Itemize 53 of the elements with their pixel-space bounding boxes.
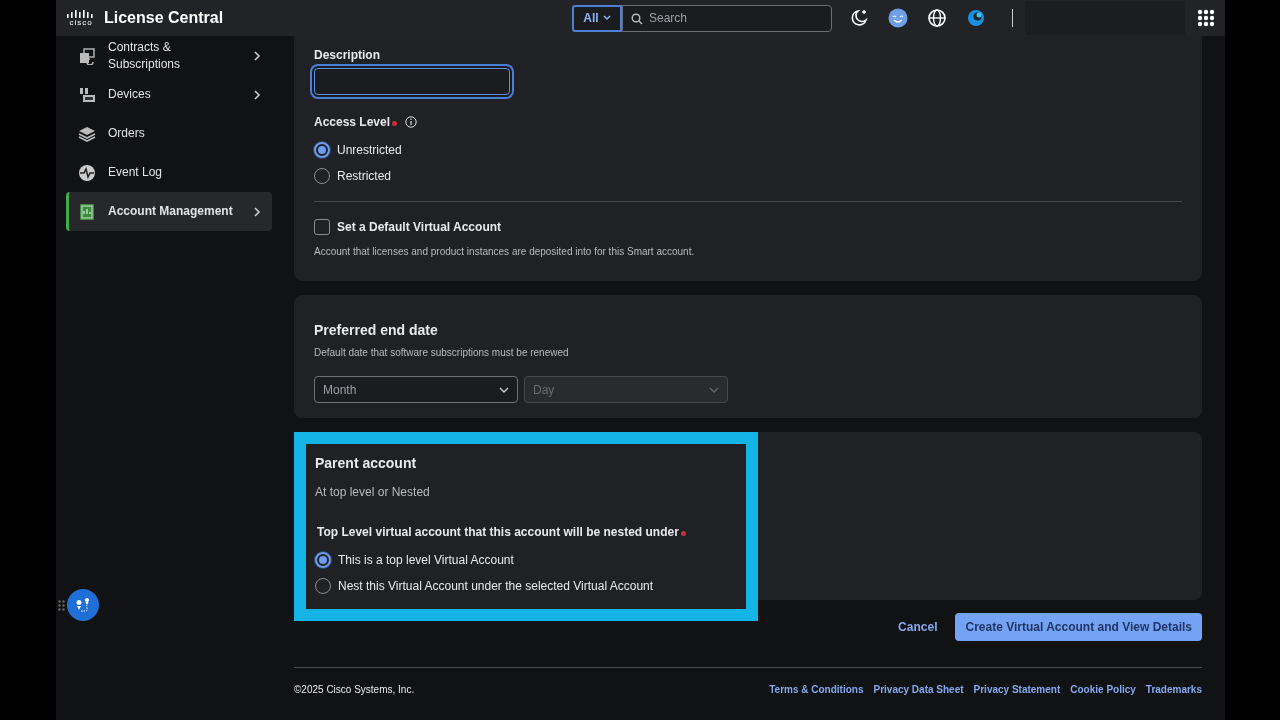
chevron-down-icon — [709, 386, 719, 393]
logo-bars-icon — [66, 9, 96, 19]
device-icon — [78, 85, 96, 104]
pulse-icon — [78, 163, 96, 182]
section-title: Preferred end date — [314, 321, 439, 340]
sidebar-item[interactable]: Event Log — [66, 153, 272, 192]
copyright-text: ©2025 Cisco Systems, Inc. — [294, 683, 415, 697]
route-pins-icon — [74, 596, 92, 614]
checkbox-label: Set a Default Virtual Account — [337, 219, 502, 236]
logo-wordmark: cisco — [69, 18, 93, 27]
swirl-logo-icon[interactable] — [966, 8, 986, 28]
sidebar-item[interactable]: Devices — [66, 75, 272, 114]
field-label: Top Level virtual account that this account will be nested under — [317, 524, 679, 541]
documents-icon — [78, 46, 96, 65]
section-subtitle: Default date that software subscriptions must be renewed — [314, 346, 570, 360]
help-text: Account that licenses and product instances are deposited into for this Smart account. — [314, 245, 696, 259]
footer-link[interactable]: Cookie Policy — [1070, 682, 1136, 697]
cancel-link[interactable]: Cancel — [898, 618, 938, 636]
layers-icon — [78, 124, 96, 143]
description-field[interactable] — [314, 68, 510, 95]
radio-label: Restricted — [337, 168, 392, 185]
search-field[interactable]: Search — [622, 4, 832, 32]
chart-report-icon — [78, 202, 96, 221]
create-button[interactable]: Create Virtual Account and View Details — [955, 613, 1202, 641]
sidebar-item[interactable]: Orders — [66, 114, 272, 153]
footer-link[interactable]: Terms & Conditions — [769, 682, 864, 697]
section-title: Parent account — [315, 454, 418, 473]
select-field[interactable]: Month — [314, 376, 518, 403]
footer-link[interactable]: Privacy Statement — [973, 682, 1061, 697]
drag-handle-icon[interactable] — [58, 600, 65, 611]
radio-label: Unrestricted — [337, 142, 402, 159]
footer-link[interactable]: Privacy Data Sheet — [873, 682, 964, 697]
checkbox[interactable] — [314, 219, 330, 235]
radio-button[interactable] — [315, 552, 331, 568]
field-label: Access Level — [314, 114, 391, 131]
radio-label: This is a top level Virtual Account — [338, 552, 514, 569]
chevron-down-icon — [499, 386, 509, 393]
radio-label: Nest this Virtual Account under the selected Virtual Account — [338, 578, 654, 595]
footer-link[interactable]: Trademarks — [1145, 682, 1202, 697]
apps-grid-icon[interactable] — [1197, 9, 1215, 27]
app-title: License Central — [104, 8, 224, 28]
route-button[interactable] — [67, 589, 99, 621]
radio-button[interactable] — [314, 142, 330, 158]
info-icon — [405, 116, 418, 128]
moon-icon[interactable] — [849, 8, 869, 28]
field-label: Description — [314, 47, 381, 64]
caret-icon — [602, 15, 611, 21]
sidebar-item[interactable]: Contracts & Subscriptions — [66, 36, 272, 75]
section-subtitle: At top level or Nested — [315, 484, 431, 501]
assistant-face-icon[interactable] — [888, 8, 908, 28]
sidebar-item[interactable]: Account Management — [66, 192, 272, 231]
globe-icon[interactable] — [927, 8, 947, 28]
search-scope-dropdown[interactable]: All — [572, 4, 622, 32]
